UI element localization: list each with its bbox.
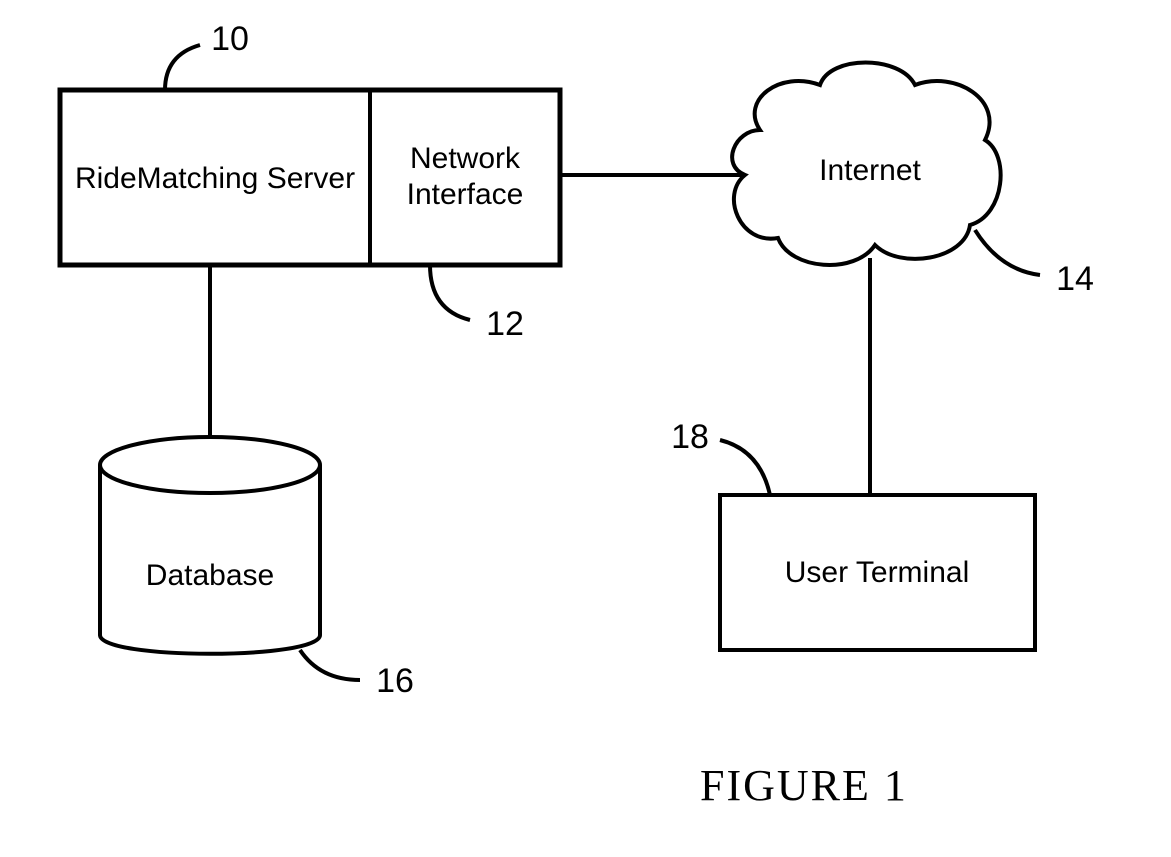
leader-18: 18 xyxy=(671,418,770,495)
ref-12: 12 xyxy=(486,305,524,343)
leader-10: 10 xyxy=(165,20,249,90)
ref-14: 14 xyxy=(1056,260,1094,298)
internet-label: Internet xyxy=(819,154,921,187)
ref-10: 10 xyxy=(211,20,249,58)
netif-label-2: Interface xyxy=(407,178,524,211)
user-terminal-box: User Terminal xyxy=(720,495,1035,650)
leader-12: 12 xyxy=(430,265,524,343)
internet-cloud: Internet xyxy=(732,63,1000,265)
figure-caption: FIGURE 1 xyxy=(700,761,908,810)
server-group: RideMatching Server Network Interface xyxy=(60,90,560,265)
server-label: RideMatching Server xyxy=(75,162,355,195)
ref-18: 18 xyxy=(671,418,709,456)
netif-label-1: Network xyxy=(410,142,521,175)
leader-16: 16 xyxy=(300,650,414,700)
database-label: Database xyxy=(146,559,274,592)
leader-14: 14 xyxy=(975,230,1094,298)
terminal-label: User Terminal xyxy=(785,556,970,589)
ref-16: 16 xyxy=(376,662,414,700)
database-cylinder: Database xyxy=(100,437,320,654)
